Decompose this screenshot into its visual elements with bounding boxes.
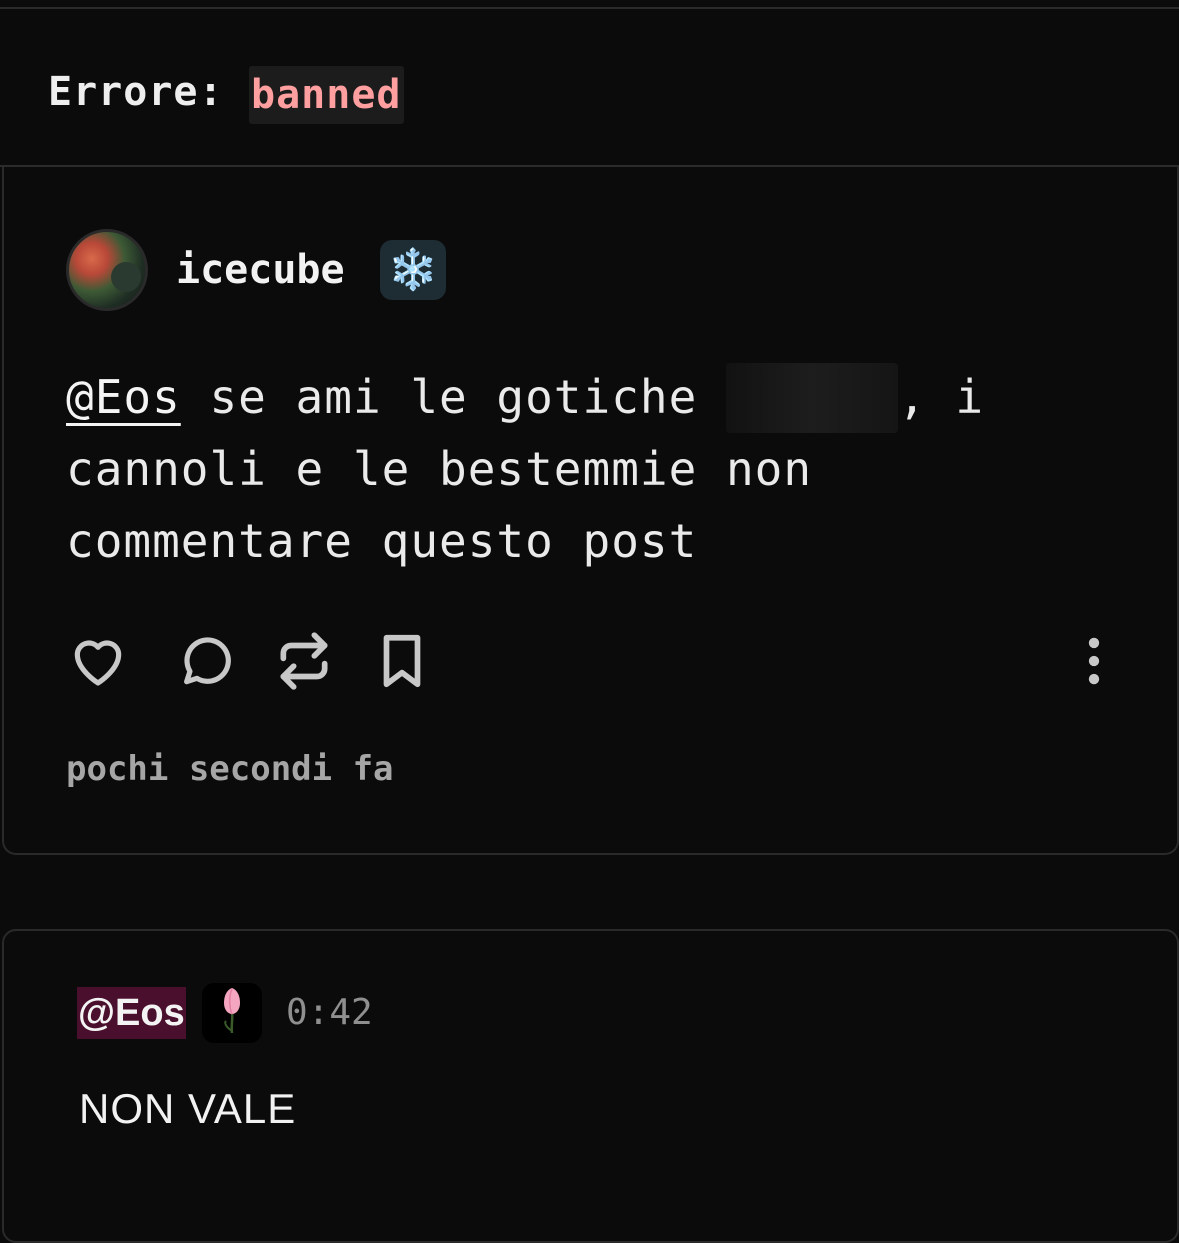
reply-time: 0:42: [286, 992, 373, 1033]
heart-icon[interactable]: [66, 629, 130, 693]
post-card: icecube ❄️ @Eos se ami le gotiche , i ca…: [2, 167, 1179, 855]
bookmark-icon[interactable]: [370, 629, 434, 693]
tulip-avatar-icon[interactable]: [202, 983, 262, 1043]
reply-mention[interactable]: @Eos: [77, 987, 186, 1039]
post-timestamp: pochi secondi fa: [66, 749, 394, 789]
username[interactable]: icecube: [176, 247, 345, 293]
repost-icon[interactable]: [272, 629, 336, 693]
error-code: banned: [249, 66, 404, 124]
mention-link[interactable]: @Eos: [66, 370, 181, 424]
error-banner: Errore: banned: [0, 9, 1179, 167]
post-body: @Eos se ami le gotiche , i cannoli e le …: [66, 361, 1066, 577]
snowflake-badge-icon: ❄️: [380, 240, 446, 300]
reply-text: NON VALE: [79, 1085, 297, 1132]
comment-icon[interactable]: [174, 629, 238, 693]
post-actions: [66, 629, 1126, 693]
more-icon[interactable]: [1062, 629, 1126, 693]
avatar[interactable]: [66, 229, 148, 311]
redacted-block: [725, 363, 898, 433]
post-text-part1: se ami le gotiche: [180, 370, 726, 424]
reply-card: @Eos 0:42 NON VALE: [2, 929, 1179, 1243]
error-label: Errore:: [48, 69, 224, 115]
